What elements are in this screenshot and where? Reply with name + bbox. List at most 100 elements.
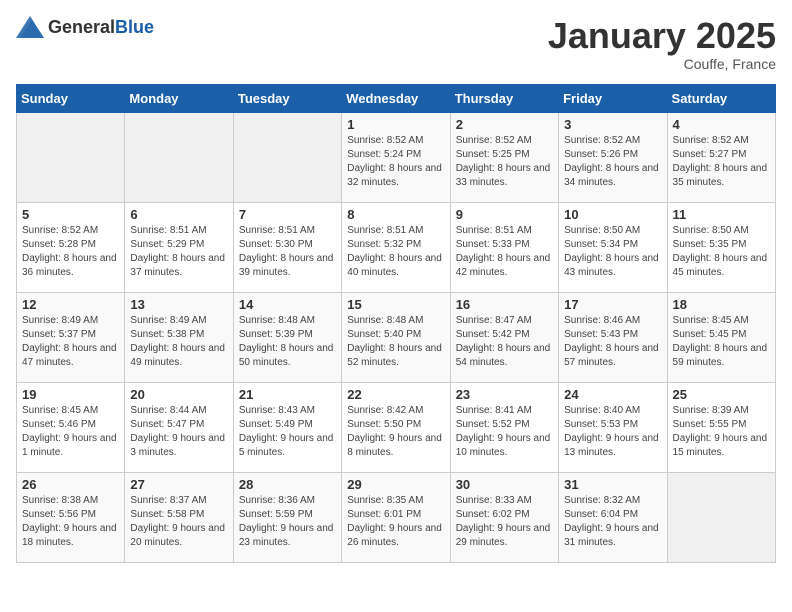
calendar-week-2: 5Sunrise: 8:52 AMSunset: 5:28 PMDaylight… bbox=[17, 202, 776, 292]
day-info: Sunrise: 8:42 AMSunset: 5:50 PMDaylight:… bbox=[347, 405, 442, 458]
calendar-cell: 31 Sunrise: 8:32 AMSunset: 6:04 PMDayligh… bbox=[559, 472, 667, 562]
day-info: Sunrise: 8:52 AMSunset: 5:26 PMDaylight:… bbox=[564, 135, 659, 188]
header-monday: Monday bbox=[125, 84, 233, 112]
calendar-cell: 28 Sunrise: 8:36 AMSunset: 5:59 PMDayligh… bbox=[233, 472, 341, 562]
calendar-cell: 8 Sunrise: 8:51 AMSunset: 5:32 PMDaylight… bbox=[342, 202, 450, 292]
calendar-cell: 6Sunrise: 8:51 AMSunset: 5:29 PMDaylight… bbox=[125, 202, 233, 292]
day-number: 15 bbox=[347, 297, 444, 312]
calendar-cell: 15 Sunrise: 8:48 AMSunset: 5:40 PMDayligh… bbox=[342, 292, 450, 382]
day-info: Sunrise: 8:45 AMSunset: 5:46 PMDaylight:… bbox=[22, 405, 117, 458]
day-number: 19 bbox=[22, 387, 119, 402]
calendar-cell: 13 Sunrise: 8:49 AMSunset: 5:38 PMDayligh… bbox=[125, 292, 233, 382]
day-number: 31 bbox=[564, 477, 661, 492]
calendar-cell: 17Sunrise: 8:46 AMSunset: 5:43 PMDayligh… bbox=[559, 292, 667, 382]
day-info: Sunrise: 8:36 AMSunset: 5:59 PMDaylight:… bbox=[239, 495, 334, 548]
day-number: 26 bbox=[22, 477, 119, 492]
day-number: 14 bbox=[239, 297, 336, 312]
title-block: January 2025 Couffe, France bbox=[548, 16, 776, 72]
day-number: 8 bbox=[347, 207, 444, 222]
day-info: Sunrise: 8:37 AMSunset: 5:58 PMDaylight:… bbox=[130, 495, 225, 548]
calendar-week-1: 1 Sunrise: 8:52 AMSunset: 5:24 PMDaylight… bbox=[17, 112, 776, 202]
logo-blue: Blue bbox=[115, 17, 154, 37]
calendar-cell bbox=[125, 112, 233, 202]
calendar-cell: 26 Sunrise: 8:38 AMSunset: 5:56 PMDayligh… bbox=[17, 472, 125, 562]
logo-text: GeneralBlue bbox=[48, 17, 154, 38]
calendar-cell: 4Sunrise: 8:52 AMSunset: 5:27 PMDaylight… bbox=[667, 112, 775, 202]
day-number: 27 bbox=[130, 477, 227, 492]
day-info: Sunrise: 8:32 AMSunset: 6:04 PMDaylight:… bbox=[564, 495, 659, 548]
day-info: Sunrise: 8:40 AMSunset: 5:53 PMDaylight:… bbox=[564, 405, 659, 458]
day-number: 20 bbox=[130, 387, 227, 402]
day-number: 18 bbox=[673, 297, 770, 312]
header-friday: Friday bbox=[559, 84, 667, 112]
logo-general: General bbox=[48, 17, 115, 37]
calendar-cell: 1 Sunrise: 8:52 AMSunset: 5:24 PMDaylight… bbox=[342, 112, 450, 202]
calendar-cell: 23 Sunrise: 8:41 AMSunset: 5:52 PMDayligh… bbox=[450, 382, 558, 472]
calendar-cell bbox=[667, 472, 775, 562]
calendar-cell: 20 Sunrise: 8:44 AMSunset: 5:47 PMDayligh… bbox=[125, 382, 233, 472]
calendar-cell: 10 Sunrise: 8:50 AMSunset: 5:34 PMDayligh… bbox=[559, 202, 667, 292]
calendar-week-4: 19 Sunrise: 8:45 AMSunset: 5:46 PMDayligh… bbox=[17, 382, 776, 472]
calendar-cell: 11 Sunrise: 8:50 AMSunset: 5:35 PMDayligh… bbox=[667, 202, 775, 292]
day-number: 16 bbox=[456, 297, 553, 312]
day-info: Sunrise: 8:49 AMSunset: 5:38 PMDaylight:… bbox=[130, 315, 225, 368]
day-info: Sunrise: 8:52 AMSunset: 5:25 PMDaylight:… bbox=[456, 135, 551, 188]
day-info: Sunrise: 8:51 AMSunset: 5:30 PMDaylight:… bbox=[239, 225, 334, 278]
day-info: Sunrise: 8:47 AMSunset: 5:42 PMDaylight:… bbox=[456, 315, 551, 368]
calendar-header-row: SundayMondayTuesdayWednesdayThursdayFrid… bbox=[17, 84, 776, 112]
day-info: Sunrise: 8:33 AMSunset: 6:02 PMDaylight:… bbox=[456, 495, 551, 548]
day-info: Sunrise: 8:48 AMSunset: 5:39 PMDaylight:… bbox=[239, 315, 334, 368]
day-number: 2 bbox=[456, 117, 553, 132]
day-number: 4 bbox=[673, 117, 770, 132]
day-number: 12 bbox=[22, 297, 119, 312]
day-number: 28 bbox=[239, 477, 336, 492]
calendar-cell: 29Sunrise: 8:35 AMSunset: 6:01 PMDayligh… bbox=[342, 472, 450, 562]
calendar-cell: 18 Sunrise: 8:45 AMSunset: 5:45 PMDayligh… bbox=[667, 292, 775, 382]
calendar-cell: 16 Sunrise: 8:47 AMSunset: 5:42 PMDayligh… bbox=[450, 292, 558, 382]
day-info: Sunrise: 8:38 AMSunset: 5:56 PMDaylight:… bbox=[22, 495, 117, 548]
month-title: January 2025 bbox=[548, 16, 776, 56]
day-number: 10 bbox=[564, 207, 661, 222]
calendar-cell: 30 Sunrise: 8:33 AMSunset: 6:02 PMDayligh… bbox=[450, 472, 558, 562]
day-info: Sunrise: 8:51 AMSunset: 5:32 PMDaylight:… bbox=[347, 225, 442, 278]
page-header: GeneralBlue January 2025 Couffe, France bbox=[16, 16, 776, 72]
day-number: 11 bbox=[673, 207, 770, 222]
day-number: 5 bbox=[22, 207, 119, 222]
calendar-cell: 19 Sunrise: 8:45 AMSunset: 5:46 PMDayligh… bbox=[17, 382, 125, 472]
day-number: 23 bbox=[456, 387, 553, 402]
day-number: 13 bbox=[130, 297, 227, 312]
logo: GeneralBlue bbox=[16, 16, 154, 38]
day-number: 30 bbox=[456, 477, 553, 492]
day-number: 1 bbox=[347, 117, 444, 132]
calendar-week-3: 12Sunrise: 8:49 AMSunset: 5:37 PMDayligh… bbox=[17, 292, 776, 382]
day-info: Sunrise: 8:50 AMSunset: 5:34 PMDaylight:… bbox=[564, 225, 659, 278]
day-number: 9 bbox=[456, 207, 553, 222]
day-info: Sunrise: 8:44 AMSunset: 5:47 PMDaylight:… bbox=[130, 405, 225, 458]
header-thursday: Thursday bbox=[450, 84, 558, 112]
calendar-cell: 27 Sunrise: 8:37 AMSunset: 5:58 PMDayligh… bbox=[125, 472, 233, 562]
day-info: Sunrise: 8:52 AMSunset: 5:24 PMDaylight:… bbox=[347, 135, 442, 188]
day-number: 24 bbox=[564, 387, 661, 402]
header-saturday: Saturday bbox=[667, 84, 775, 112]
day-info: Sunrise: 8:50 AMSunset: 5:35 PMDaylight:… bbox=[673, 225, 768, 278]
day-info: Sunrise: 8:45 AMSunset: 5:45 PMDaylight:… bbox=[673, 315, 768, 368]
day-number: 3 bbox=[564, 117, 661, 132]
header-tuesday: Tuesday bbox=[233, 84, 341, 112]
location: Couffe, France bbox=[548, 56, 776, 72]
day-number: 17 bbox=[564, 297, 661, 312]
header-wednesday: Wednesday bbox=[342, 84, 450, 112]
calendar-cell: 25Sunrise: 8:39 AMSunset: 5:55 PMDayligh… bbox=[667, 382, 775, 472]
calendar-week-5: 26 Sunrise: 8:38 AMSunset: 5:56 PMDayligh… bbox=[17, 472, 776, 562]
day-info: Sunrise: 8:51 AMSunset: 5:29 PMDaylight:… bbox=[130, 225, 225, 278]
calendar-cell: 14 Sunrise: 8:48 AMSunset: 5:39 PMDayligh… bbox=[233, 292, 341, 382]
day-info: Sunrise: 8:48 AMSunset: 5:40 PMDaylight:… bbox=[347, 315, 442, 368]
day-info: Sunrise: 8:39 AMSunset: 5:55 PMDaylight:… bbox=[673, 405, 768, 458]
calendar-cell: 5Sunrise: 8:52 AMSunset: 5:28 PMDaylight… bbox=[17, 202, 125, 292]
calendar-cell bbox=[233, 112, 341, 202]
calendar-cell: 12Sunrise: 8:49 AMSunset: 5:37 PMDayligh… bbox=[17, 292, 125, 382]
calendar-cell: 7 Sunrise: 8:51 AMSunset: 5:30 PMDaylight… bbox=[233, 202, 341, 292]
logo-icon bbox=[16, 16, 44, 38]
day-number: 29 bbox=[347, 477, 444, 492]
day-number: 7 bbox=[239, 207, 336, 222]
day-info: Sunrise: 8:41 AMSunset: 5:52 PMDaylight:… bbox=[456, 405, 551, 458]
